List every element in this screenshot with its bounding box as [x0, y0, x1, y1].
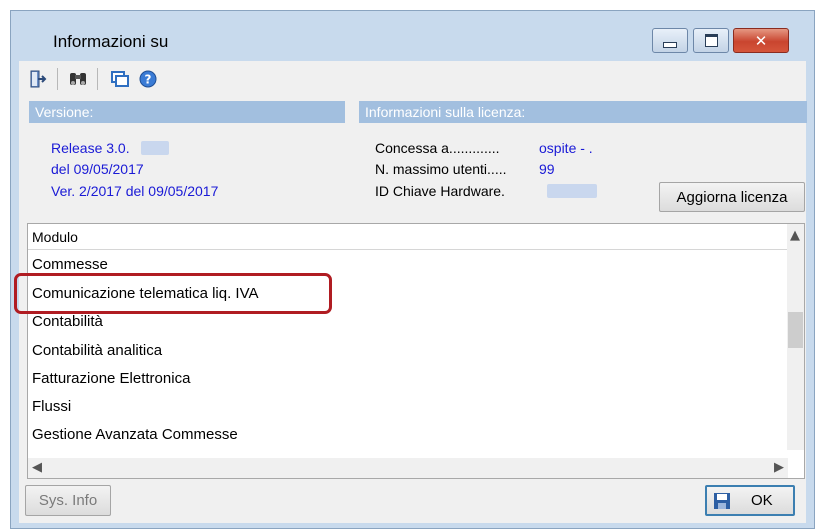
window-title: Informazioni su	[53, 32, 169, 51]
max-users-label: N. massimo utenti.....	[375, 161, 507, 177]
version-text: Ver. 2/2017 del 09/05/2017	[51, 183, 219, 199]
minimize-icon	[663, 41, 677, 48]
title-bar[interactable]: Informazioni su ✕	[11, 11, 814, 61]
list-item[interactable]: Contabilità	[32, 311, 103, 333]
vertical-scroll-thumb[interactable]	[788, 312, 803, 348]
binoculars-icon[interactable]	[67, 68, 89, 90]
scroll-up-icon[interactable]: ▲	[790, 228, 800, 243]
ok-button[interactable]: OK	[705, 485, 795, 516]
ok-label: OK	[751, 492, 773, 509]
toolbar-separator	[97, 68, 98, 90]
about-dialog: Informazioni su ✕ ? Versione: Release 3.…	[10, 10, 815, 529]
list-item[interactable]: Flussi	[32, 396, 71, 418]
scroll-left-icon[interactable]: ◀	[32, 460, 42, 475]
toolbar-separator	[57, 68, 58, 90]
list-item[interactable]: Gestione Avanzata Commesse	[32, 424, 238, 446]
hardware-key-label: ID Chiave Hardware.	[375, 183, 505, 199]
help-icon[interactable]: ?	[137, 68, 159, 90]
minimize-button[interactable]	[652, 28, 688, 53]
version-header: Versione:	[29, 101, 345, 123]
max-users-value: 99	[539, 161, 555, 177]
close-button[interactable]: ✕	[733, 28, 789, 53]
update-license-button[interactable]: Aggiorna licenza	[659, 182, 805, 212]
maximize-button[interactable]	[693, 28, 729, 53]
redacted-hardware-key	[547, 184, 597, 198]
modules-list[interactable]: Modulo Commesse Comunicazione telematica…	[27, 223, 805, 479]
column-header-module[interactable]: Modulo	[28, 224, 788, 250]
windows-icon[interactable]	[109, 68, 131, 90]
vertical-scrollbar[interactable]: ▲	[787, 224, 804, 450]
exit-icon[interactable]	[27, 68, 49, 90]
highlight-annotation	[14, 273, 332, 314]
maximize-icon	[704, 34, 718, 47]
redacted-release-number	[141, 141, 169, 155]
svg-text:?: ?	[145, 73, 152, 87]
license-header: Informazioni sulla licenza:	[359, 101, 807, 123]
list-item[interactable]: Contabilità analitica	[32, 340, 162, 362]
release-date: del 09/05/2017	[51, 161, 144, 177]
save-icon	[714, 492, 730, 509]
release-text: Release 3.0.	[51, 140, 130, 156]
horizontal-scrollbar[interactable]: ◀ ▶	[28, 458, 788, 478]
scroll-right-icon[interactable]: ▶	[774, 460, 784, 475]
sys-info-button[interactable]: Sys. Info	[25, 485, 111, 516]
list-item[interactable]: Fatturazione Elettronica	[32, 368, 190, 390]
granted-to-label: Concessa a.............	[375, 140, 500, 156]
granted-to-value: ospite - .	[539, 140, 593, 156]
toolbar: ?	[19, 61, 806, 97]
close-icon: ✕	[754, 31, 768, 50]
